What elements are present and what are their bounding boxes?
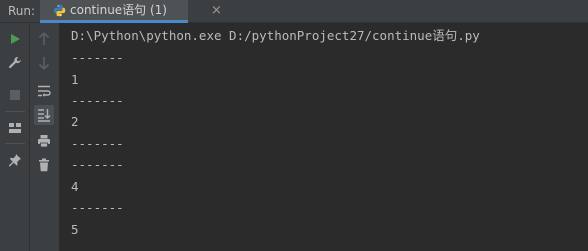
trash-icon xyxy=(39,158,49,172)
console-output[interactable]: D:\Python\python.exe D:/pythonProject27/… xyxy=(61,23,588,251)
console-line: ------- xyxy=(71,50,124,65)
print-button[interactable] xyxy=(34,131,54,151)
up-stack-frame-button[interactable] xyxy=(34,29,54,49)
scroll-to-end-button[interactable] xyxy=(34,105,54,125)
run-icon xyxy=(11,34,20,44)
pin-tab-button[interactable] xyxy=(5,150,25,170)
tab-title: continue语句 (1) xyxy=(70,3,167,17)
run-header: Run: continue语句 (1) × xyxy=(0,0,588,23)
console-line: D:\Python\python.exe D:/pythonProject27/… xyxy=(71,28,480,43)
clear-all-button[interactable] xyxy=(34,155,54,175)
arrow-up-icon xyxy=(38,32,50,45)
print-icon xyxy=(38,135,50,148)
arrow-down-icon xyxy=(38,57,50,70)
tab-close-button[interactable]: × xyxy=(211,3,222,18)
run-toolbar-right xyxy=(30,23,60,251)
python-icon xyxy=(53,4,66,17)
pin-icon xyxy=(9,154,21,167)
down-stack-frame-button[interactable] xyxy=(34,53,54,73)
run-toolbar-left xyxy=(0,23,30,251)
stop-icon xyxy=(10,90,20,100)
scroll-to-end-icon xyxy=(38,109,51,122)
layout-icon xyxy=(9,123,21,133)
rerun-button[interactable] xyxy=(5,29,25,49)
stop-button[interactable] xyxy=(5,85,25,105)
toolbar-separator xyxy=(5,143,25,144)
run-tool-window: Run: continue语句 (1) × D:\Python\python.e… xyxy=(0,0,588,251)
console-line: ------- xyxy=(71,200,124,215)
console-line: 4 xyxy=(71,179,79,194)
console-line: 5 xyxy=(71,222,79,237)
run-label: Run: xyxy=(8,4,36,18)
toolbar-separator xyxy=(5,111,25,112)
console-line: 2 xyxy=(71,114,79,129)
console-line: ------- xyxy=(71,93,124,108)
layout-button[interactable] xyxy=(5,118,25,138)
wrench-icon xyxy=(8,56,21,69)
soft-wrap-button[interactable] xyxy=(34,81,54,101)
settings-button[interactable] xyxy=(5,53,25,73)
console-line: 1 xyxy=(71,72,79,87)
console-line: ------- xyxy=(71,157,124,172)
tab-continue-run[interactable]: continue语句 (1) × xyxy=(40,0,222,23)
console-line: ------- xyxy=(71,136,124,151)
soft-wrap-icon xyxy=(38,85,51,97)
